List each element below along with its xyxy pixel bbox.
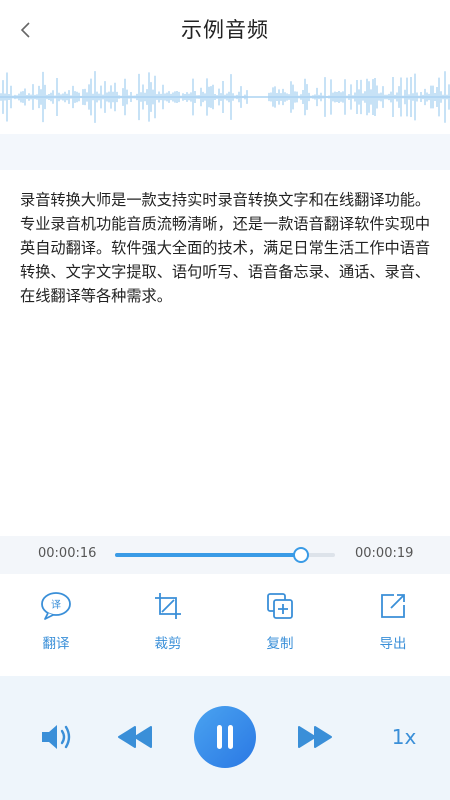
current-time: 00:00:16 (38, 546, 97, 561)
export-icon (381, 594, 405, 618)
waveform-timeline-band (0, 134, 450, 170)
export-label: 导出 (379, 636, 407, 652)
pause-icon (217, 725, 233, 749)
speed-button[interactable]: 1x (386, 722, 422, 752)
volume-icon (42, 725, 71, 749)
translate-icon: 译 (41, 592, 71, 620)
fast-forward-icon (298, 726, 332, 748)
copy-icon (267, 593, 293, 619)
volume-button[interactable] (38, 722, 74, 752)
waveform[interactable] (0, 66, 450, 130)
crop-button[interactable]: 裁剪 (133, 586, 203, 652)
crop-label: 裁剪 (154, 636, 182, 652)
progress-fill (115, 553, 300, 557)
player-controls: 1x (0, 676, 450, 800)
rewind-icon (118, 726, 152, 748)
page-title: 示例音频 (181, 18, 269, 42)
translate-button[interactable]: 译 翻译 (21, 586, 91, 652)
tool-bar: 译 翻译 裁剪 复制 导出 (0, 586, 450, 664)
copy-label: 复制 (266, 636, 294, 652)
export-button[interactable]: 导出 (358, 586, 428, 652)
fast-forward-button[interactable] (295, 722, 335, 752)
playback-progress: 00:00:16 00:00:19 (0, 536, 450, 574)
translate-label: 翻译 (42, 636, 70, 652)
transcript-text: 录音转换大师是一款支持实时录音转换文字和在线翻译功能。专业录音机功能音质流畅清晰… (20, 191, 431, 305)
progress-knob[interactable] (292, 547, 309, 563)
pause-button[interactable] (194, 706, 256, 768)
rewind-button[interactable] (115, 722, 155, 752)
total-time: 00:00:19 (355, 546, 414, 561)
progress-slider[interactable] (115, 547, 335, 563)
crop-icon (155, 593, 181, 619)
copy-button[interactable]: 复制 (245, 586, 315, 652)
svg-text:译: 译 (51, 599, 61, 611)
header: 示例音频 (0, 0, 450, 62)
